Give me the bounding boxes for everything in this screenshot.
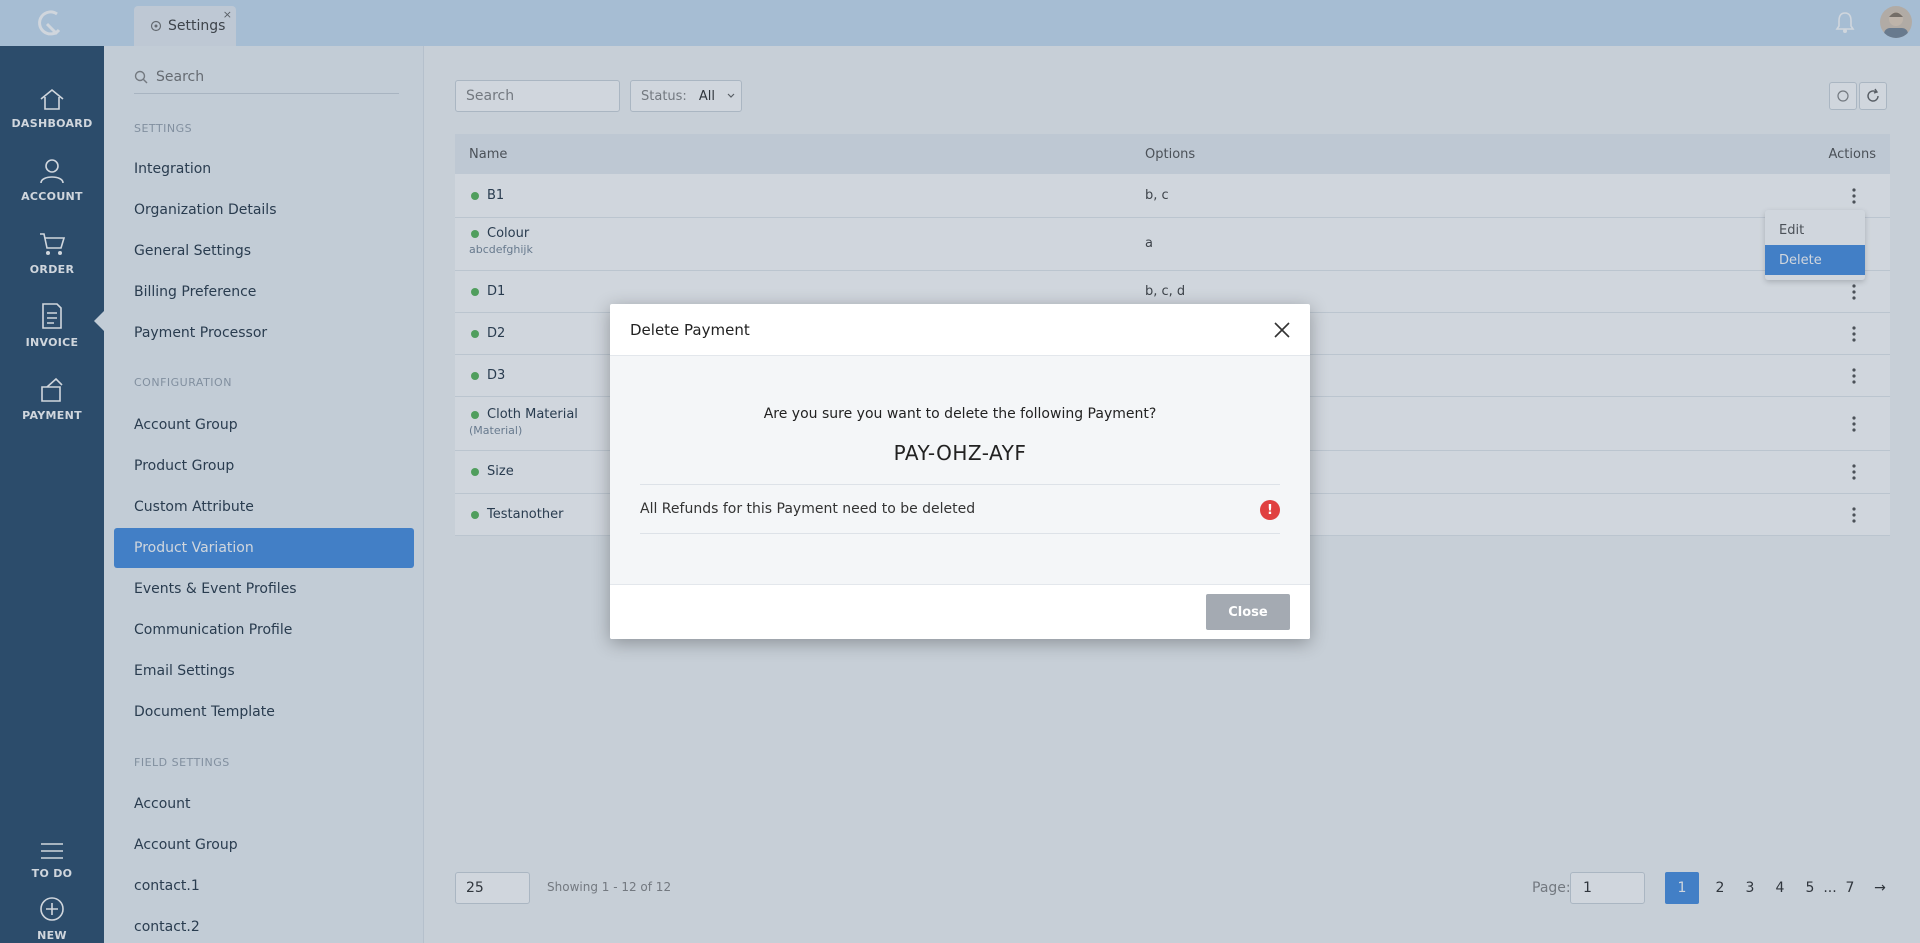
delete-payment-modal: Delete Payment Are you sure you want to …: [610, 304, 1310, 639]
confirm-question: Are you sure you want to delete the foll…: [763, 406, 1157, 422]
warning-text: All Refunds for this Payment need to be …: [640, 501, 976, 517]
modal-header: Delete Payment: [610, 304, 1310, 356]
modal-body: Are you sure you want to delete the foll…: [610, 356, 1310, 584]
warning-row: All Refunds for this Payment need to be …: [640, 484, 1280, 534]
modal-title: Delete Payment: [630, 320, 750, 339]
payment-code: PAY-OHZ-AYF: [893, 441, 1027, 465]
alert-icon: !: [1260, 500, 1280, 520]
close-button[interactable]: Close: [1206, 594, 1290, 630]
modal-footer: Close: [610, 584, 1310, 639]
close-icon[interactable]: [1270, 318, 1294, 342]
